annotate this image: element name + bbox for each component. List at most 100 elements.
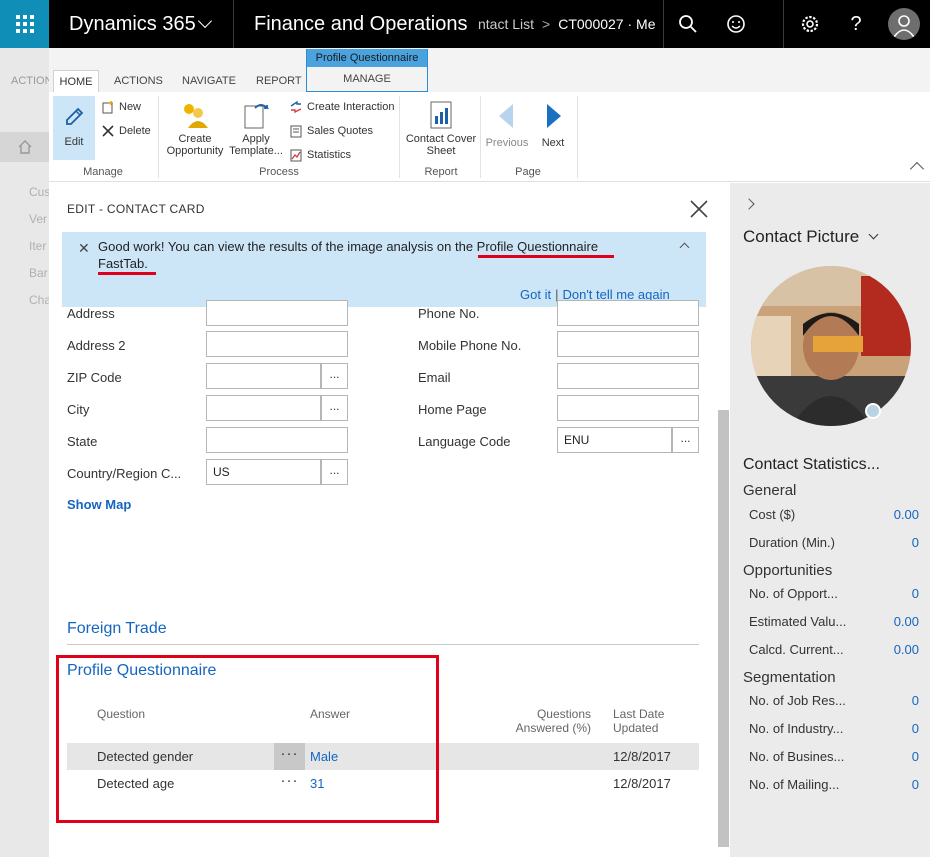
address-field[interactable]: [206, 300, 348, 326]
state-field[interactable]: [206, 427, 348, 453]
stat-row: No. of Industry... 0: [749, 721, 919, 736]
feedback-button[interactable]: [712, 0, 760, 48]
breadcrumb-contact-list[interactable]: ntact List: [478, 16, 534, 32]
stat-value-link[interactable]: 0: [912, 586, 919, 601]
statistics-label: Statistics: [307, 149, 352, 161]
state-label: State: [67, 434, 98, 449]
new-document-icon: [102, 101, 113, 114]
apply-template-icon: [244, 104, 270, 129]
previous-button[interactable]: Previous: [483, 102, 531, 149]
city-lookup-button[interactable]: ...: [321, 395, 348, 421]
contact-card-panel: EDIT - CONTACT CARD ✕ Good work! You can…: [49, 183, 730, 857]
previous-label: Previous: [485, 137, 529, 149]
chevron-down-icon[interactable]: [197, 13, 213, 29]
stat-label: No. of Job Res...: [749, 693, 846, 708]
delete-button[interactable]: Delete: [101, 124, 151, 138]
chevron-up-icon[interactable]: [679, 242, 690, 253]
collapse-ribbon-icon[interactable]: [909, 161, 925, 177]
tab-navigate[interactable]: NAVIGATE: [182, 75, 236, 87]
column-header-questions-answered[interactable]: Questions Answered (%): [491, 707, 591, 735]
apply-template-label-1: Apply: [242, 133, 270, 145]
app-name[interactable]: Dynamics 365: [69, 0, 196, 48]
action-pane-ribbon: Edit New Delete Manage Create Opportunit…: [49, 92, 930, 182]
tab-home[interactable]: HOME: [53, 70, 99, 92]
contact-photo-image: [751, 266, 911, 426]
create-opportunity-label-2: Opportunity: [166, 145, 224, 157]
segmentation-section-title: Segmentation: [743, 669, 836, 686]
email-field[interactable]: [557, 363, 699, 389]
background-page-strip: ACTION Cus Ver Iter Bar Cha: [0, 48, 53, 857]
contact-picture-header[interactable]: Contact Picture: [743, 227, 879, 247]
user-menu-button[interactable]: [880, 0, 928, 48]
ribbon-tab-strip: HOME ACTIONS NAVIGATE REPORT Profile Que…: [49, 48, 930, 92]
zip-code-field[interactable]: [206, 363, 321, 389]
tab-actions[interactable]: ACTIONS: [114, 75, 163, 87]
got-it-link[interactable]: Got it: [520, 287, 551, 302]
previous-arrow-icon: [499, 104, 513, 128]
create-interaction-button[interactable]: Create Interaction: [289, 100, 394, 114]
context-tab-group: Profile Questionnaire MANAGE: [306, 49, 428, 92]
search-button[interactable]: [664, 0, 712, 48]
create-opportunity-button[interactable]: Create Opportunity: [163, 100, 227, 157]
gear-icon: [801, 15, 819, 33]
settings-button[interactable]: [786, 0, 834, 48]
column-header-last-date-updated[interactable]: Last Date Updated: [613, 707, 664, 735]
stat-value-link[interactable]: 0: [912, 749, 919, 764]
app-launcher-button[interactable]: [0, 0, 49, 48]
contact-statistics-header[interactable]: Contact Statistics...: [743, 456, 880, 474]
country-region-lookup-button[interactable]: ...: [321, 459, 348, 485]
contact-cover-sheet-button[interactable]: Contact Cover Sheet: [404, 100, 478, 157]
smiley-icon: [727, 15, 745, 33]
chevron-down-icon: [868, 229, 879, 240]
zip-code-lookup-button[interactable]: ...: [321, 363, 348, 389]
chevron-right-icon[interactable]: [743, 198, 755, 210]
show-map-link[interactable]: Show Map: [67, 497, 131, 512]
foreign-trade-fasttab[interactable]: Foreign Trade: [67, 620, 167, 638]
background-nav-item: Ver: [29, 212, 48, 226]
stat-value-link[interactable]: 0: [912, 535, 919, 550]
report-sheet-icon: [430, 101, 452, 129]
language-code-lookup-button[interactable]: ...: [672, 427, 699, 453]
country-region-label: Country/Region C...: [67, 466, 182, 481]
stat-value-link[interactable]: 0.00: [894, 507, 919, 522]
divider: [577, 96, 578, 178]
dismiss-banner-icon[interactable]: ✕: [78, 240, 90, 257]
stat-label: Cost ($): [749, 507, 796, 522]
stat-value-link[interactable]: 0: [912, 693, 919, 708]
edit-button[interactable]: Edit: [53, 96, 95, 160]
banner-text-before: Good work! You can view the results of t…: [98, 239, 477, 254]
help-button[interactable]: ?: [832, 0, 880, 48]
phone-field[interactable]: [557, 300, 699, 326]
tab-manage[interactable]: MANAGE: [307, 67, 427, 91]
highlight-underline: [478, 255, 614, 258]
person-icon: [893, 15, 915, 37]
apply-template-button[interactable]: Apply Template...: [228, 100, 284, 157]
sales-quotes-label: Sales Quotes: [307, 125, 374, 137]
stat-value-link[interactable]: 0: [912, 721, 919, 736]
last-date-updated-cell: 12/8/2017: [613, 776, 671, 791]
tab-report[interactable]: REPORT: [256, 75, 302, 87]
sales-quotes-button[interactable]: Sales Quotes: [289, 124, 373, 138]
scrollbar[interactable]: [718, 410, 729, 847]
mobile-phone-field[interactable]: [557, 331, 699, 357]
home-page-field[interactable]: [557, 395, 699, 421]
statistics-icon: [290, 149, 302, 162]
statistics-button[interactable]: Statistics: [289, 148, 351, 162]
stat-value-link[interactable]: 0.00: [894, 614, 919, 629]
new-button[interactable]: New: [101, 100, 141, 114]
create-interaction-label: Create Interaction: [307, 101, 395, 113]
close-icon[interactable]: [689, 199, 709, 219]
stat-row: Cost ($) 0.00: [749, 507, 919, 522]
next-button[interactable]: Next: [533, 102, 573, 149]
column-header-text: Questions: [536, 707, 591, 721]
language-code-field[interactable]: ENU: [557, 427, 672, 453]
background-nav-item: Iter: [29, 239, 47, 253]
module-name[interactable]: Finance and Operations: [254, 0, 467, 48]
stat-row: Estimated Valu... 0.00: [749, 614, 919, 629]
address2-field[interactable]: [206, 331, 348, 357]
country-region-field[interactable]: US: [206, 459, 321, 485]
city-field[interactable]: [206, 395, 321, 421]
stat-value-link[interactable]: 0.00: [894, 642, 919, 657]
group-label-manage: Manage: [83, 166, 123, 178]
stat-value-link[interactable]: 0: [912, 777, 919, 792]
